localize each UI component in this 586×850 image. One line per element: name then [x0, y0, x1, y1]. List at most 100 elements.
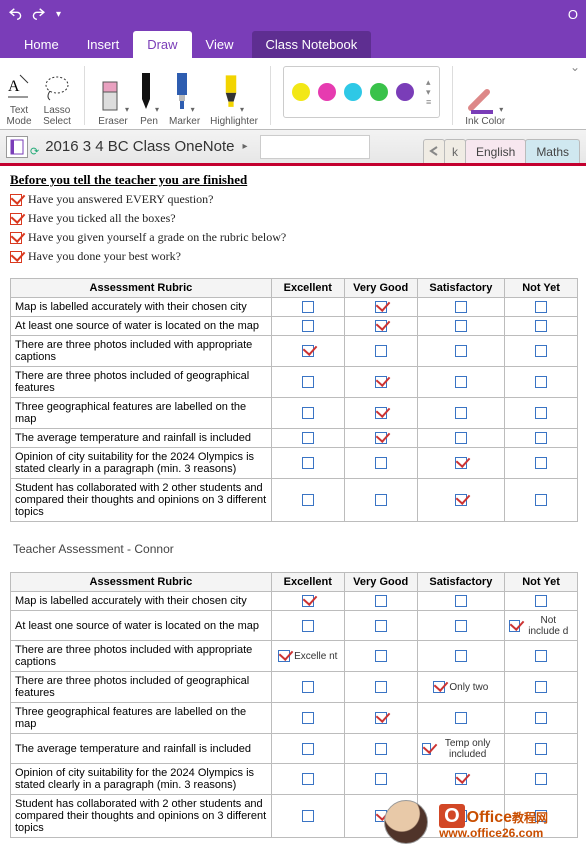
sync-icon[interactable]: ⟳ [30, 145, 39, 158]
redo-icon[interactable] [32, 6, 46, 23]
rubric-cell[interactable] [344, 703, 417, 734]
checkbox-icon[interactable] [455, 407, 467, 419]
checkbox-icon[interactable] [455, 345, 467, 357]
checkbox-icon[interactable] [535, 743, 547, 755]
rubric-cell[interactable] [505, 672, 578, 703]
lasso-select-button[interactable]: Lasso Select [42, 62, 72, 129]
checkbox-icon[interactable] [535, 457, 547, 469]
checkbox-icon[interactable] [535, 712, 547, 724]
swatch-scroll[interactable]: ▴▾≡ [426, 77, 431, 107]
swatch-cyan[interactable] [344, 83, 362, 101]
rubric-cell[interactable] [271, 795, 344, 838]
rubric-cell[interactable] [344, 336, 417, 367]
checkbox-icon[interactable] [10, 232, 22, 244]
checkbox-icon[interactable] [535, 650, 547, 662]
rubric-cell[interactable] [344, 429, 417, 448]
checkbox-icon[interactable] [375, 494, 387, 506]
section-stub[interactable]: k [444, 139, 466, 163]
ink-color-button[interactable]: ▾ Ink Color [465, 62, 505, 129]
section-maths[interactable]: Maths [525, 139, 580, 163]
checkbox-icon[interactable] [535, 407, 547, 419]
checkbox-icon[interactable] [375, 407, 387, 419]
rubric-cell[interactable] [417, 398, 504, 429]
checkbox-icon[interactable] [302, 773, 314, 785]
undo-icon[interactable] [8, 6, 22, 23]
checkbox-icon[interactable] [535, 376, 547, 388]
rubric-cell[interactable] [271, 734, 344, 764]
rubric-cell[interactable] [417, 298, 504, 317]
checkbox-icon[interactable] [535, 595, 547, 607]
tab-draw[interactable]: Draw [133, 31, 191, 58]
rubric-cell[interactable] [505, 317, 578, 336]
checkbox-icon[interactable] [375, 595, 387, 607]
qat-more-icon[interactable]: ▾ [56, 9, 61, 20]
checkbox-icon[interactable] [433, 681, 445, 693]
text-mode-button[interactable]: A Text Mode [6, 62, 32, 129]
checkbox-icon[interactable] [455, 773, 467, 785]
rubric-cell[interactable]: Excelle nt [271, 641, 344, 672]
checkbox-icon[interactable] [302, 301, 314, 313]
checkbox-icon[interactable] [455, 457, 467, 469]
rubric-cell[interactable] [271, 448, 344, 479]
checkbox-icon[interactable] [302, 494, 314, 506]
rubric-cell[interactable] [271, 336, 344, 367]
rubric-cell[interactable] [417, 336, 504, 367]
checkbox-icon[interactable] [455, 376, 467, 388]
checkbox-icon[interactable] [535, 681, 547, 693]
pen-button[interactable]: ▾ Pen [139, 62, 159, 129]
checkbox-icon[interactable] [375, 376, 387, 388]
checkbox-icon[interactable] [375, 345, 387, 357]
breadcrumb-field[interactable] [260, 135, 370, 159]
rubric-cell[interactable] [271, 367, 344, 398]
rubric-cell[interactable] [344, 367, 417, 398]
rubric-cell[interactable] [417, 611, 504, 641]
rubric-cell[interactable] [505, 398, 578, 429]
checkbox-icon[interactable] [455, 320, 467, 332]
checkbox-icon[interactable] [278, 650, 290, 662]
swatch-purple[interactable] [396, 83, 414, 101]
highlighter-button[interactable]: ▾ Highlighter [210, 62, 258, 129]
rubric-cell[interactable] [344, 448, 417, 479]
rubric-cell[interactable] [344, 734, 417, 764]
checkbox-icon[interactable] [375, 681, 387, 693]
section-nav-back[interactable] [423, 139, 445, 163]
checkbox-icon[interactable] [535, 432, 547, 444]
checkbox-icon[interactable] [375, 320, 387, 332]
rubric-cell[interactable] [271, 429, 344, 448]
rubric-cell[interactable] [505, 703, 578, 734]
checkbox-icon[interactable] [455, 595, 467, 607]
rubric-cell[interactable] [344, 611, 417, 641]
rubric-cell[interactable] [271, 672, 344, 703]
rubric-cell[interactable] [417, 448, 504, 479]
rubric-cell[interactable] [505, 448, 578, 479]
checkbox-icon[interactable] [302, 681, 314, 693]
ribbon-collapse-icon[interactable]: ⌄ [570, 60, 580, 74]
tab-home[interactable]: Home [10, 31, 73, 58]
checkbox-icon[interactable] [302, 345, 314, 357]
checkbox-icon[interactable] [375, 432, 387, 444]
rubric-cell[interactable] [271, 703, 344, 734]
rubric-cell[interactable] [417, 429, 504, 448]
rubric-cell[interactable] [505, 641, 578, 672]
rubric-cell[interactable] [505, 298, 578, 317]
rubric-cell[interactable] [344, 672, 417, 703]
rubric-cell[interactable] [417, 764, 504, 795]
checkbox-icon[interactable] [375, 620, 387, 632]
checkbox-icon[interactable] [455, 712, 467, 724]
checkbox-icon[interactable] [375, 743, 387, 755]
rubric-cell[interactable] [271, 764, 344, 795]
checkbox-icon[interactable] [455, 432, 467, 444]
rubric-cell[interactable] [505, 592, 578, 611]
checkbox-icon[interactable] [302, 743, 314, 755]
rubric-cell[interactable] [344, 764, 417, 795]
rubric-cell[interactable]: Temp only included [417, 734, 504, 764]
checkbox-icon[interactable] [455, 494, 467, 506]
swatch-pink[interactable] [318, 83, 336, 101]
rubric-cell[interactable]: Only two [417, 672, 504, 703]
checkbox-icon[interactable] [535, 320, 547, 332]
checkbox-icon[interactable] [535, 345, 547, 357]
rubric-cell[interactable] [417, 641, 504, 672]
rubric-cell[interactable] [271, 298, 344, 317]
tab-insert[interactable]: Insert [73, 31, 134, 58]
checkbox-icon[interactable] [455, 620, 467, 632]
